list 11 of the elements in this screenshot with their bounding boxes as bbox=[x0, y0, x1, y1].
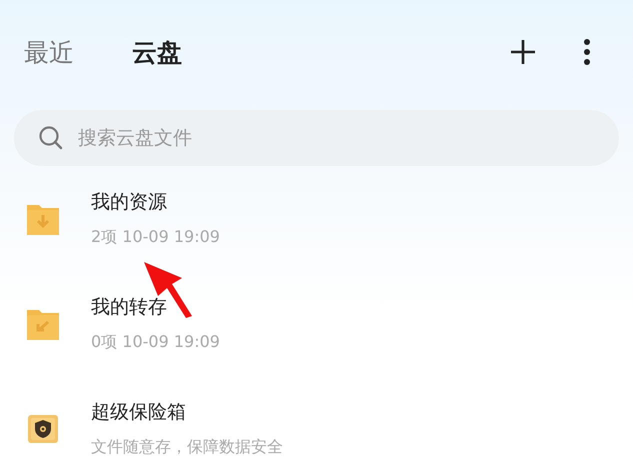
tab[interactable]: 云盘 bbox=[132, 36, 182, 68]
search-field[interactable]: 搜索云盘文件 bbox=[14, 110, 619, 166]
item-details: 文件随意存，保障数据安全 bbox=[91, 437, 283, 458]
item-title: 超级保险箱 bbox=[91, 400, 187, 425]
more-icon[interactable] bbox=[583, 39, 591, 65]
add-icon[interactable] bbox=[509, 38, 537, 66]
item-details: 2项 10-09 19:09 bbox=[91, 227, 220, 248]
item-title: 我的资源 bbox=[91, 190, 168, 215]
tab[interactable]: 最近 bbox=[24, 36, 74, 68]
item-title: 我的转存 bbox=[91, 295, 168, 320]
item-details: 0项 10-09 19:09 bbox=[91, 332, 220, 353]
